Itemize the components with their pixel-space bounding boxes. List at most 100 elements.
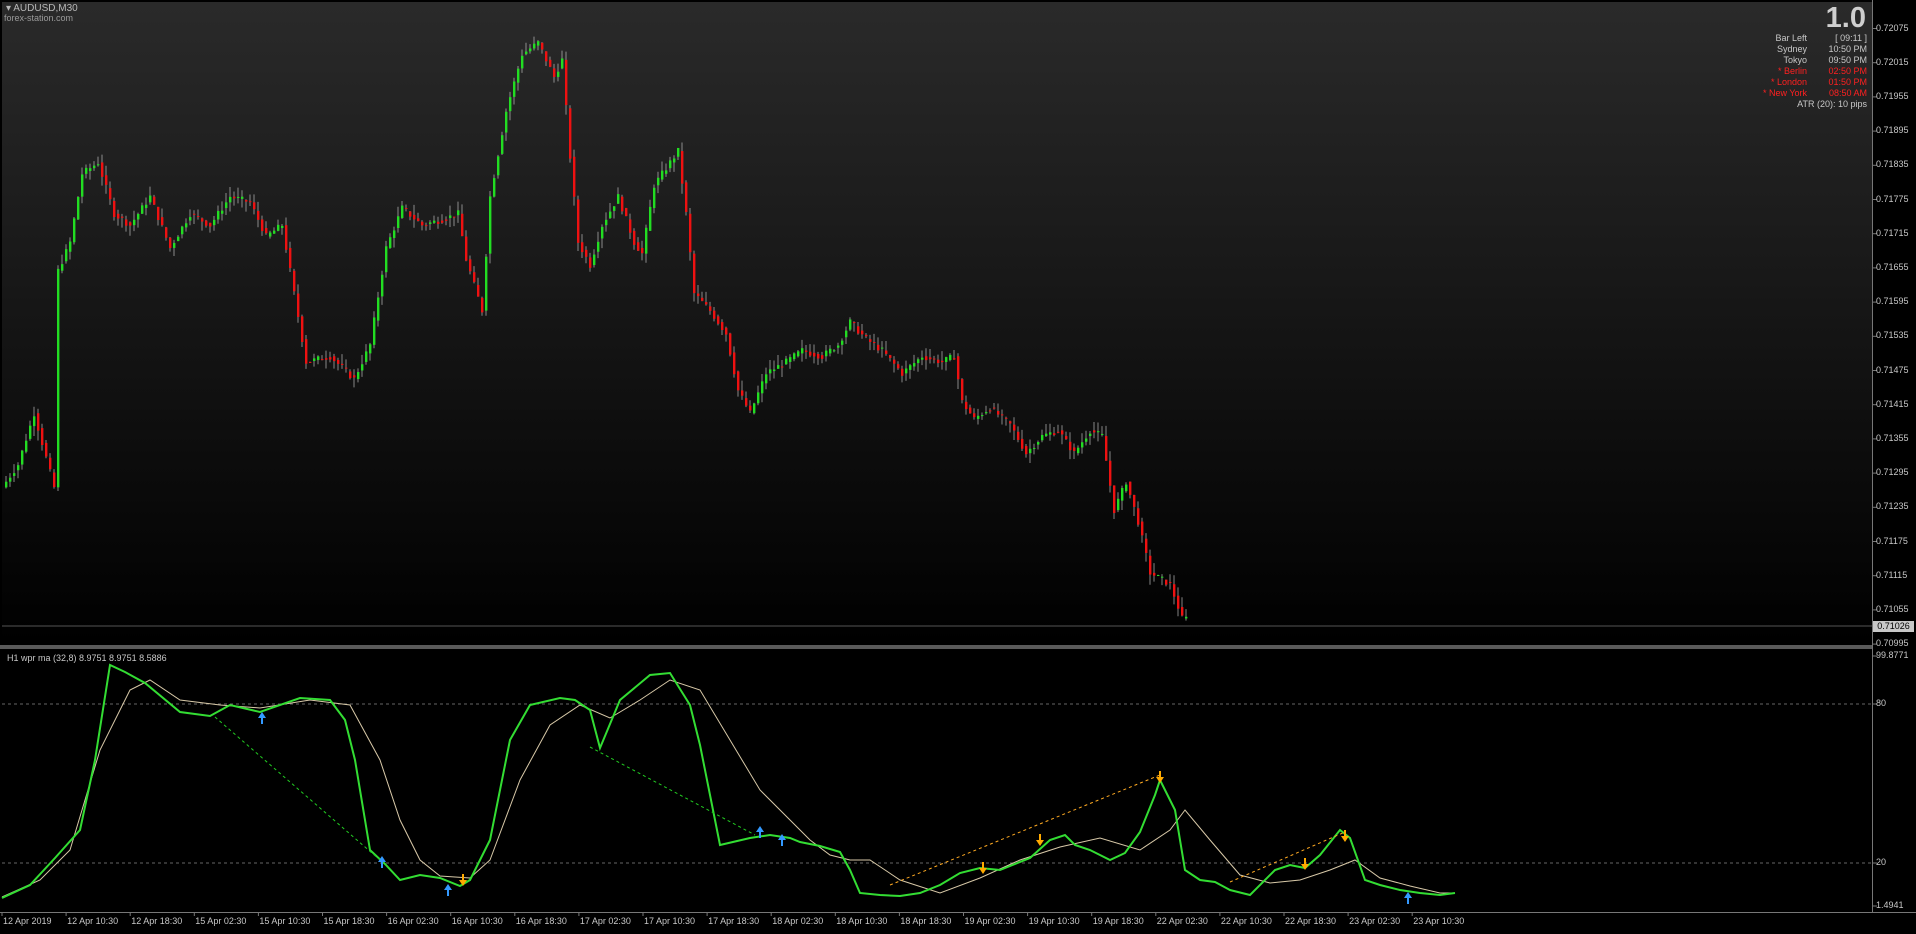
arrow-down-icon	[1156, 771, 1164, 783]
bear-candle	[425, 225, 428, 227]
bear-candle	[1093, 430, 1096, 433]
bear-candle	[813, 352, 816, 357]
indicator-scale-label: 80	[1876, 698, 1887, 708]
bull-candle	[93, 165, 96, 169]
bear-candle	[437, 221, 440, 225]
bear-candle	[1065, 436, 1068, 440]
bull-candle	[913, 363, 916, 367]
price-axis-label: 0.71595	[1876, 296, 1909, 307]
bear-candle	[549, 59, 552, 67]
bear-candle	[885, 350, 888, 354]
bull-candle	[669, 160, 672, 169]
bear-candle	[577, 199, 580, 243]
bull-candle	[601, 226, 604, 239]
bull-candle	[797, 351, 800, 357]
arrow-down-icon	[1036, 834, 1044, 846]
bull-candle	[317, 356, 320, 361]
bull-candle	[605, 219, 608, 226]
bull-candle	[881, 347, 884, 349]
bear-candle	[253, 202, 256, 210]
divergence-line	[214, 716, 381, 861]
bear-candle	[1053, 433, 1056, 436]
price-axis-label: 0.71115	[1876, 569, 1908, 580]
bear-candle	[1113, 485, 1116, 514]
info-value: 08:50 AM	[1828, 88, 1867, 98]
time-axis-label: 16 Apr 02:30	[387, 916, 439, 926]
bull-candle	[489, 196, 492, 254]
bull-candle	[609, 211, 612, 219]
bull-candle	[1125, 484, 1128, 492]
info-row-tokyo: Tokyo 09:50 PM	[1735, 55, 1867, 66]
bull-candle	[649, 206, 652, 231]
info-label: * London	[1770, 77, 1807, 87]
bull-candle	[185, 223, 188, 228]
bear-candle	[261, 219, 264, 232]
arrow-down-icon	[979, 862, 987, 874]
bear-candle	[333, 356, 336, 362]
bear-candle	[929, 357, 932, 360]
time-axis-label: 18 Apr 02:30	[772, 916, 824, 926]
bear-candle	[565, 59, 568, 106]
bear-candle	[201, 218, 204, 222]
bull-candle	[457, 210, 460, 216]
bull-candle	[485, 256, 488, 311]
bear-candle	[45, 442, 48, 457]
bear-candle	[1105, 436, 1108, 461]
signal-line	[1, 679, 1455, 898]
bear-candle	[1181, 607, 1184, 616]
bear-candle	[469, 259, 472, 272]
bear-candle	[321, 359, 324, 361]
bear-candle	[53, 472, 56, 488]
bear-candle	[209, 222, 212, 227]
bull-candle	[373, 317, 376, 345]
bull-candle	[529, 48, 532, 52]
arrow-down-icon	[459, 874, 467, 886]
bear-candle	[541, 42, 544, 50]
arrow-up-icon	[258, 712, 266, 724]
bear-candle	[581, 242, 584, 253]
bull-candle	[597, 241, 600, 252]
time-axis-label: 23 Apr 02:30	[1349, 916, 1401, 926]
bear-candle	[1001, 414, 1004, 416]
bear-candle	[1177, 595, 1180, 609]
bull-candle	[385, 246, 388, 273]
bull-candle	[213, 219, 216, 226]
bear-candle	[1013, 424, 1016, 431]
bull-candle	[517, 68, 520, 83]
bear-candle	[249, 201, 252, 203]
bull-candle	[377, 297, 380, 321]
bear-candle	[117, 213, 120, 219]
bear-candle	[625, 208, 628, 217]
bull-candle	[673, 158, 676, 163]
time-axis-label: 22 Apr 10:30	[1220, 916, 1272, 926]
bear-candle	[1173, 584, 1176, 597]
info-value: 02:50 PM	[1828, 66, 1867, 76]
bull-candle	[89, 168, 92, 171]
bull-candle	[381, 274, 384, 297]
bull-candle	[521, 55, 524, 69]
info-row-berlin: * Berlin 02:50 PM	[1735, 66, 1867, 77]
bull-candle	[793, 353, 796, 360]
current-price-tag: 0.71026	[1873, 621, 1914, 632]
bull-candle	[429, 222, 432, 225]
bear-candle	[1073, 447, 1076, 451]
bull-candle	[133, 219, 136, 226]
bull-candle	[173, 242, 176, 248]
bear-candle	[1109, 460, 1112, 486]
bear-candle	[341, 363, 344, 366]
bear-candle	[933, 358, 936, 360]
bear-candle	[589, 257, 592, 268]
indicator-scale-label: 1.4941	[1876, 900, 1904, 910]
time-axis-label: 16 Apr 18:30	[515, 916, 567, 926]
bull-candle	[905, 368, 908, 374]
bull-candle	[241, 196, 244, 199]
bear-candle	[953, 358, 956, 360]
time-axis-label: 22 Apr 02:30	[1156, 916, 1208, 926]
price-axis-label: 0.71235	[1876, 501, 1909, 512]
bull-candle	[845, 330, 848, 338]
info-value: [ 09:11 ]	[1835, 33, 1867, 43]
bear-candle	[997, 410, 1000, 415]
bull-candle	[501, 135, 504, 154]
bull-candle	[1157, 575, 1160, 577]
bear-candle	[205, 220, 208, 226]
